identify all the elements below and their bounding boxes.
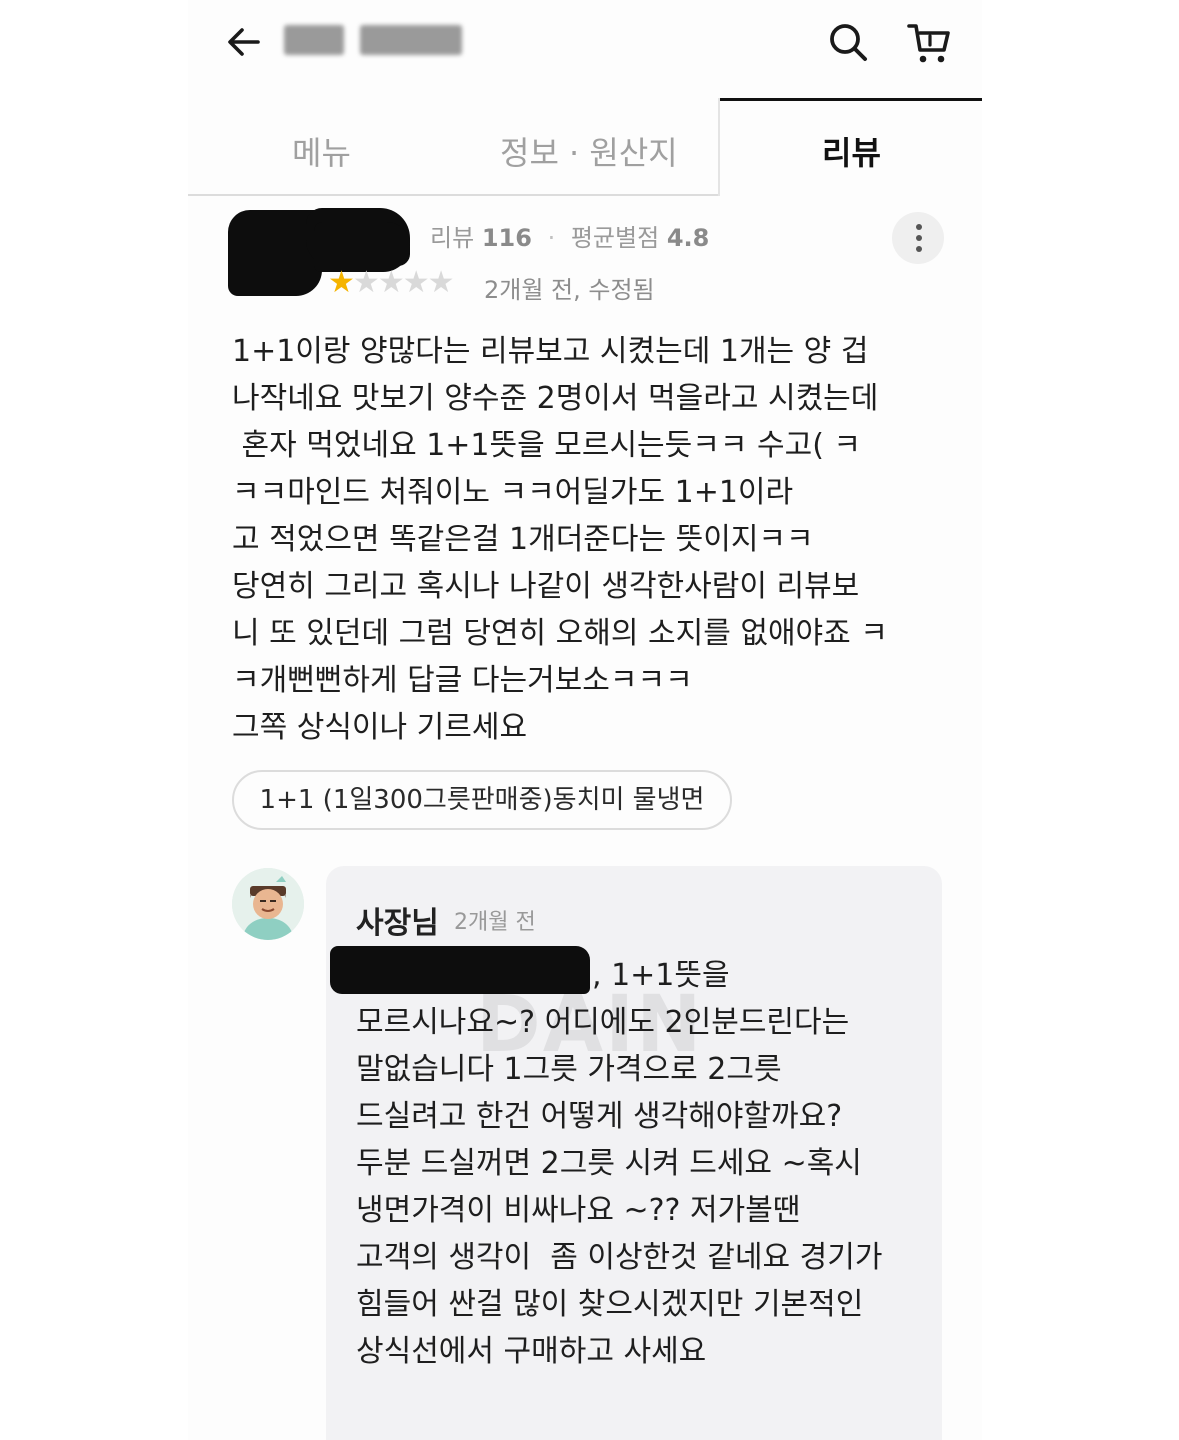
- reply-line: 고객의 생각이 좀 이상한것 같네요 경기가: [356, 1240, 883, 1275]
- cart-icon[interactable]: [906, 20, 954, 66]
- active-tab-indicator: [720, 98, 982, 101]
- reply-line: 두분 드실꺼면 2그릇 시켜 드세요 ~혹시: [356, 1146, 862, 1181]
- star-rating: ★★★★★: [328, 265, 455, 300]
- tab-bar: 메뉴 정보 · 원산지 리뷰: [188, 98, 982, 196]
- average-rating-label: 평균별점: [570, 224, 660, 252]
- arrow-left-icon[interactable]: [224, 22, 264, 62]
- tab-reviews[interactable]: 리뷰: [822, 128, 881, 174]
- owner-avatar: [232, 868, 304, 940]
- tab-divider: [188, 194, 720, 196]
- review-line: ㅋ개뻔뻔하게 답글 다는거보소ㅋㅋㅋ: [232, 663, 693, 698]
- star-icon: ★: [352, 265, 380, 300]
- reviewer-stats: 리뷰 116 · 평균별점 4.8: [430, 218, 709, 253]
- store-name-blurred: [360, 25, 462, 55]
- reply-line: 냉면가격이 비싸나요 ~?? 저가볼땐: [356, 1193, 801, 1228]
- reply-line: 힘들어 싼걸 많이 찾으시겠지만 기본적인: [356, 1287, 864, 1322]
- separator-dot: ·: [547, 224, 556, 252]
- review-line: 니 또 있던데 그럼 당연히 오해의 소지를 없애야죠 ㅋ: [232, 616, 888, 651]
- star-icon: ★: [377, 265, 405, 300]
- tab-divider: [718, 98, 720, 196]
- review-count: 116: [481, 224, 532, 252]
- reply-line: 모르시나요~? 어디에도 2인분드린다는: [356, 1005, 850, 1040]
- review-line: 나작네요 맛보기 양수준 2명이서 먹을라고 시켰는데: [232, 381, 879, 416]
- star-icon: ★: [427, 265, 455, 300]
- review-line: ㅋㅋ마인드 처줘이노 ㅋㅋ어딜가도 1+1이라: [232, 475, 794, 510]
- star-icon: ★: [328, 265, 355, 300]
- reply-line: 말없습니다 1그릇 가격으로 2그릇: [356, 1052, 782, 1087]
- search-icon[interactable]: [826, 20, 870, 64]
- reply-body: , 1+1뜻을 모르시나요~? 어디에도 2인분드린다는 말없습니다 1그릇 가…: [356, 952, 936, 1375]
- star-icon: ★: [402, 265, 430, 300]
- review-line: 고 적었으면 똑같은걸 1개더준다는 뜻이지ㅋㅋ: [232, 522, 814, 557]
- app-screen: 메뉴 정보 · 원산지 리뷰 리뷰 116 · 평균별점 4.8 ★★★★★ 2…: [188, 0, 982, 1440]
- average-rating: 4.8: [666, 224, 710, 252]
- reply-line: 상식선에서 구매하고 사세요: [356, 1334, 707, 1369]
- reply-line: 드실려고 한건 어떻게 생각해야할까요?: [356, 1099, 843, 1134]
- more-options-icon[interactable]: [892, 212, 944, 264]
- review-count-label: 리뷰: [430, 224, 475, 252]
- reply-line: , 1+1뜻을: [592, 958, 730, 993]
- tab-menu[interactable]: 메뉴: [292, 128, 351, 174]
- review-line: 1+1이랑 양많다는 리뷰보고 시켰는데 1개는 양 겁: [232, 334, 869, 369]
- store-name-blurred: [284, 25, 344, 55]
- review-body: 1+1이랑 양많다는 리뷰보고 시켰는데 1개는 양 겁 나작네요 맛보기 양수…: [232, 328, 932, 751]
- ordered-menu-chip[interactable]: 1+1 (1일300그릇판매중)동치미 물냉면: [232, 770, 732, 830]
- owner-name: 사장님: [356, 906, 439, 941]
- reply-date: 2개월 전: [454, 910, 536, 935]
- review-date: 2개월 전, 수정됨: [484, 276, 655, 304]
- review-line: 당연히 그리고 혹시나 나같이 생각한사람이 리뷰보: [232, 569, 860, 604]
- review-line: 혼자 먹었네요 1+1뜻을 모르시는듯ㅋㅋ 수고( ㅋ: [232, 428, 862, 463]
- tab-info-origin[interactable]: 정보 · 원산지: [500, 128, 678, 174]
- review-line: 그쪽 상식이나 기르세요: [232, 710, 528, 745]
- top-bar: [188, 0, 982, 98]
